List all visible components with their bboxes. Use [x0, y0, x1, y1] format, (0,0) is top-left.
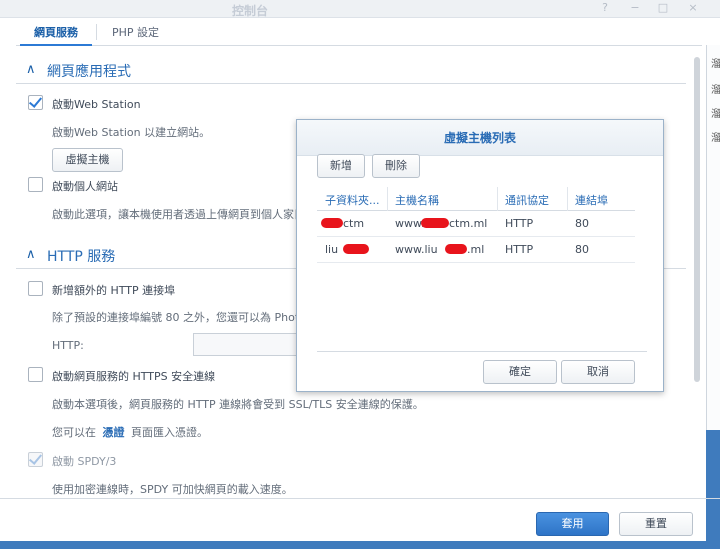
column-divider: [387, 187, 388, 211]
column-divider: [497, 187, 498, 211]
redaction-mark: [343, 244, 369, 254]
redaction-mark: [445, 244, 467, 254]
row-folder: liu: [325, 243, 339, 256]
http-port-label: HTTP:: [52, 339, 84, 352]
dialog-divider: [317, 351, 647, 352]
background-window-edge: 溜 溜 溜 溜: [706, 45, 720, 430]
scrollbar[interactable]: [694, 57, 700, 382]
virtual-host-button[interactable]: 虛擬主機: [52, 148, 123, 172]
row-port: 80: [575, 243, 589, 256]
column-header-port[interactable]: 連結埠: [575, 192, 608, 208]
delete-button[interactable]: 刪除: [372, 154, 420, 178]
enable-spdy-checkbox[interactable]: [28, 452, 43, 467]
web-apps-heading: 網頁應用程式: [47, 64, 131, 80]
tab-bar: 網頁服務 PHP 設定: [16, 20, 702, 46]
reset-button[interactable]: 重置: [619, 512, 693, 536]
chevron-up-icon: ∧: [26, 247, 36, 262]
enable-https-label: 啟動網頁服務的 HTTPS 安全連線: [52, 370, 216, 383]
column-divider: [567, 187, 568, 211]
window-titlebar: 控制台 ? − □ ×: [0, 0, 720, 18]
cancel-button[interactable]: 取消: [561, 360, 635, 384]
enable-personal-site-label: 啟動個人網站: [52, 180, 118, 193]
certificate-link[interactable]: 憑證: [103, 426, 125, 439]
close-icon[interactable]: ×: [686, 1, 700, 15]
enable-web-station-label: 啟動Web Station: [52, 98, 141, 111]
column-header-protocol[interactable]: 通訊協定: [505, 192, 549, 208]
background-text: 溜: [711, 85, 720, 96]
minimize-icon[interactable]: −: [628, 1, 642, 15]
certificate-hint: 您可以在 憑證 頁面匯入憑證。: [52, 424, 208, 440]
tab-divider: [96, 24, 97, 40]
background-text: 溜: [711, 59, 720, 70]
certificate-hint-prefix: 您可以在: [52, 426, 96, 439]
row-host-prefix: www.liu: [395, 243, 438, 256]
footer-divider: [0, 498, 720, 499]
add-http-port-description: 除了預設的連接埠編號 80 之外，您還可以為 Phot: [52, 311, 300, 324]
spdy-description: 使用加密連線時，SPDY 可加快網頁的載入速度。: [52, 483, 293, 496]
maximize-icon[interactable]: □: [656, 1, 670, 15]
add-button[interactable]: 新增: [317, 154, 365, 178]
http-port-input[interactable]: [193, 333, 298, 356]
row-port: 80: [575, 217, 589, 230]
help-icon[interactable]: ?: [598, 1, 612, 15]
row-protocol: HTTP: [505, 217, 534, 230]
window-title: 控制台: [231, 4, 268, 18]
tab-php-settings[interactable]: PHP 設定: [98, 24, 173, 46]
enable-spdy-label: 啟動 SPDY/3: [52, 455, 117, 468]
column-header-hostname[interactable]: 主機名稱: [395, 192, 439, 208]
add-http-port-checkbox[interactable]: [28, 281, 43, 296]
background-text: 溜: [711, 109, 720, 120]
chevron-up-icon: ∧: [26, 62, 36, 77]
http-service-heading: HTTP 服務: [47, 249, 116, 265]
enable-https-checkbox[interactable]: [28, 367, 43, 382]
desktop-background: [706, 430, 720, 549]
enable-web-station-checkbox[interactable]: [28, 95, 43, 110]
redaction-mark: [421, 218, 449, 228]
column-header-folder[interactable]: 子資料夾...: [325, 192, 380, 208]
taskbar: [0, 541, 720, 549]
enable-personal-site-checkbox[interactable]: [28, 177, 43, 192]
ok-button[interactable]: 確定: [483, 360, 557, 384]
table-row[interactable]: ctm www. ctm.ml HTTP 80: [317, 211, 635, 237]
web-apps-section-header[interactable]: ∧ 網頁應用程式: [16, 60, 686, 84]
row-folder: ctm: [343, 217, 365, 230]
personal-site-description: 啟動此選項，讓本機使用者透過上傳網頁到個人家目: [52, 208, 305, 221]
background-text: 溜: [711, 133, 720, 144]
row-host-suffix: .ml: [467, 243, 485, 256]
add-http-port-label: 新增額外的 HTTP 連接埠: [52, 284, 176, 297]
table-row[interactable]: liu www.liu .ml HTTP 80: [317, 237, 635, 263]
apply-button[interactable]: 套用: [536, 512, 609, 536]
virtual-host-dialog: 虛擬主機列表 新增 刪除 子資料夾... 主機名稱 通訊協定 連結埠 ctm w…: [296, 119, 664, 392]
certificate-hint-suffix: 頁面匯入憑證。: [131, 426, 208, 439]
table-header: 子資料夾... 主機名稱 通訊協定 連結埠: [317, 187, 635, 211]
redaction-mark: [321, 218, 343, 228]
https-description: 啟動本選項後，網頁服務的 HTTP 連線將會受到 SSL/TLS 安全連線的保護…: [52, 398, 424, 411]
tab-web-service[interactable]: 網頁服務: [20, 24, 92, 46]
dialog-title: 虛擬主機列表: [297, 120, 663, 156]
web-station-description: 啟動Web Station 以建立網站。: [52, 126, 211, 139]
row-host-suffix: ctm.ml: [449, 217, 488, 230]
row-protocol: HTTP: [505, 243, 534, 256]
